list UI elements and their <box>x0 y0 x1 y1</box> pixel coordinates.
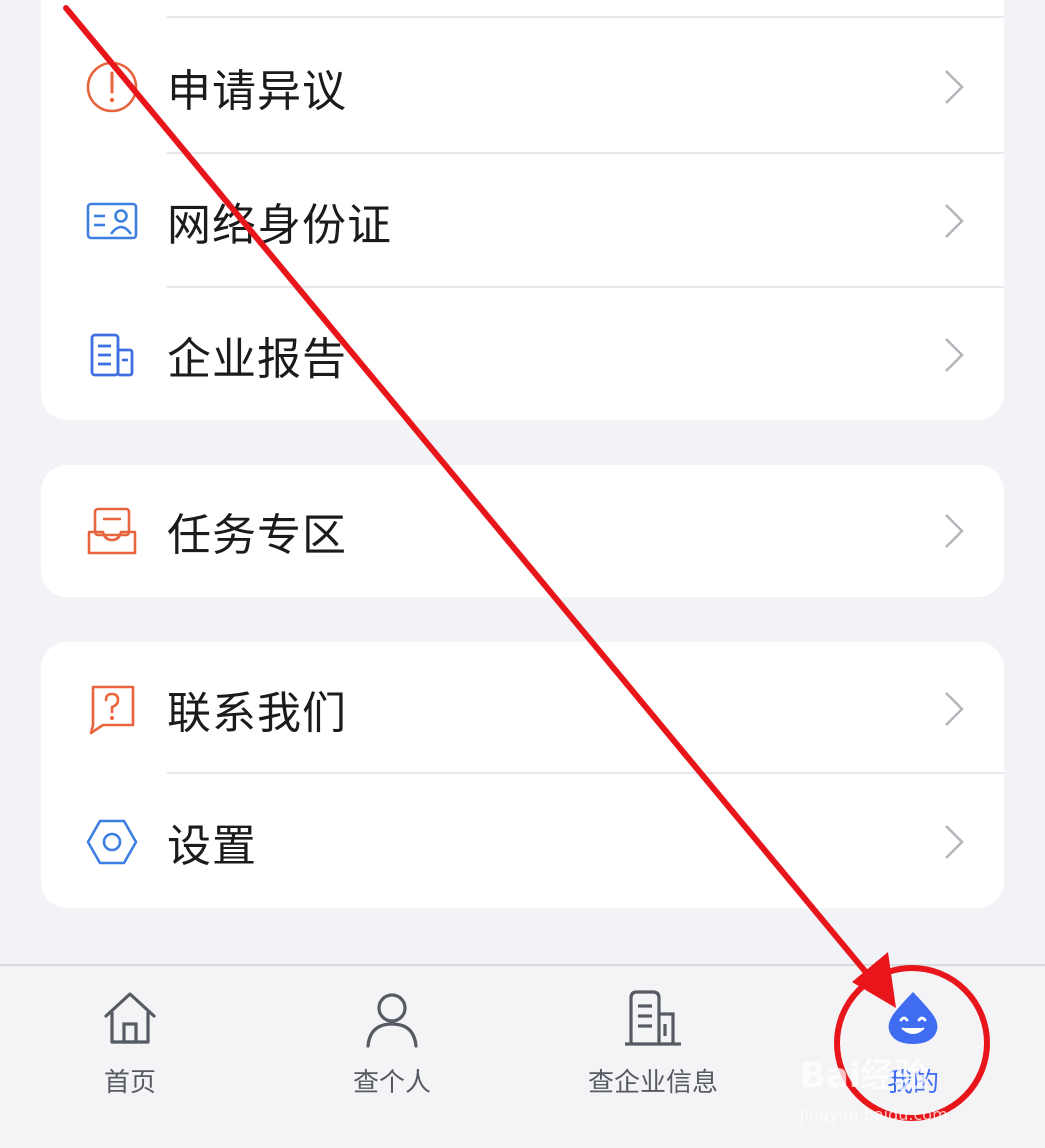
menu-item-settings[interactable]: 设置 <box>41 775 1004 908</box>
menu-card-primary: 申请异议 网络身份证 企业报告 <box>41 0 1004 420</box>
chevron-right-icon <box>942 689 966 729</box>
question-chat-icon <box>85 682 139 736</box>
menu-item-label: 申请异议 <box>167 66 347 117</box>
tab-search-person[interactable]: 查个人 <box>302 966 482 1106</box>
chevron-right-icon <box>942 511 966 551</box>
chevron-right-icon <box>942 201 966 241</box>
home-icon <box>100 988 160 1048</box>
menu-item-label: 联系我们 <box>167 688 347 739</box>
watermark-subtext: jingyan.baidu.com <box>800 1105 948 1124</box>
menu-item-contact-us[interactable]: 联系我们 <box>41 642 1004 776</box>
menu-item-network-id[interactable]: 网络身份证 <box>41 154 1004 288</box>
menu-card-task: 任务专区 <box>41 465 1004 597</box>
menu-item-label: 网络身份证 <box>167 200 392 251</box>
person-icon <box>362 988 422 1048</box>
chevron-right-icon <box>942 67 966 107</box>
menu-item-label: 任务专区 <box>167 510 347 561</box>
tab-home[interactable]: 首页 <box>40 966 220 1106</box>
menu-item-apply-objection[interactable]: 申请异议 <box>41 20 1004 154</box>
alert-circle-icon <box>85 60 139 114</box>
menu-item-label: 企业报告 <box>167 334 347 385</box>
menu-item-task-zone[interactable]: 任务专区 <box>41 465 1004 597</box>
tab-label: 查企业信息 <box>587 1068 718 1098</box>
chevron-right-icon <box>942 822 966 862</box>
id-card-icon <box>85 194 139 248</box>
tab-label: 查个人 <box>352 1068 431 1098</box>
building-report-icon <box>85 328 139 382</box>
building-icon <box>623 988 683 1048</box>
watermark: Bai经验 jingyan.baidu.com <box>800 1048 1020 1128</box>
menu-item-label: 设置 <box>167 821 257 872</box>
divider <box>167 16 1004 18</box>
smiley-drop-icon <box>883 988 943 1048</box>
tab-label: 首页 <box>103 1068 156 1098</box>
menu-card-support: 联系我们 设置 <box>41 642 1004 908</box>
watermark-text: Bai经验 <box>800 1056 929 1096</box>
task-inbox-icon <box>85 504 139 558</box>
chevron-right-icon <box>942 335 966 375</box>
hexagon-settings-icon <box>85 815 139 869</box>
menu-item-enterprise-report[interactable]: 企业报告 <box>41 288 1004 420</box>
divider <box>167 772 1004 774</box>
tab-search-enterprise[interactable]: 查企业信息 <box>563 966 743 1106</box>
